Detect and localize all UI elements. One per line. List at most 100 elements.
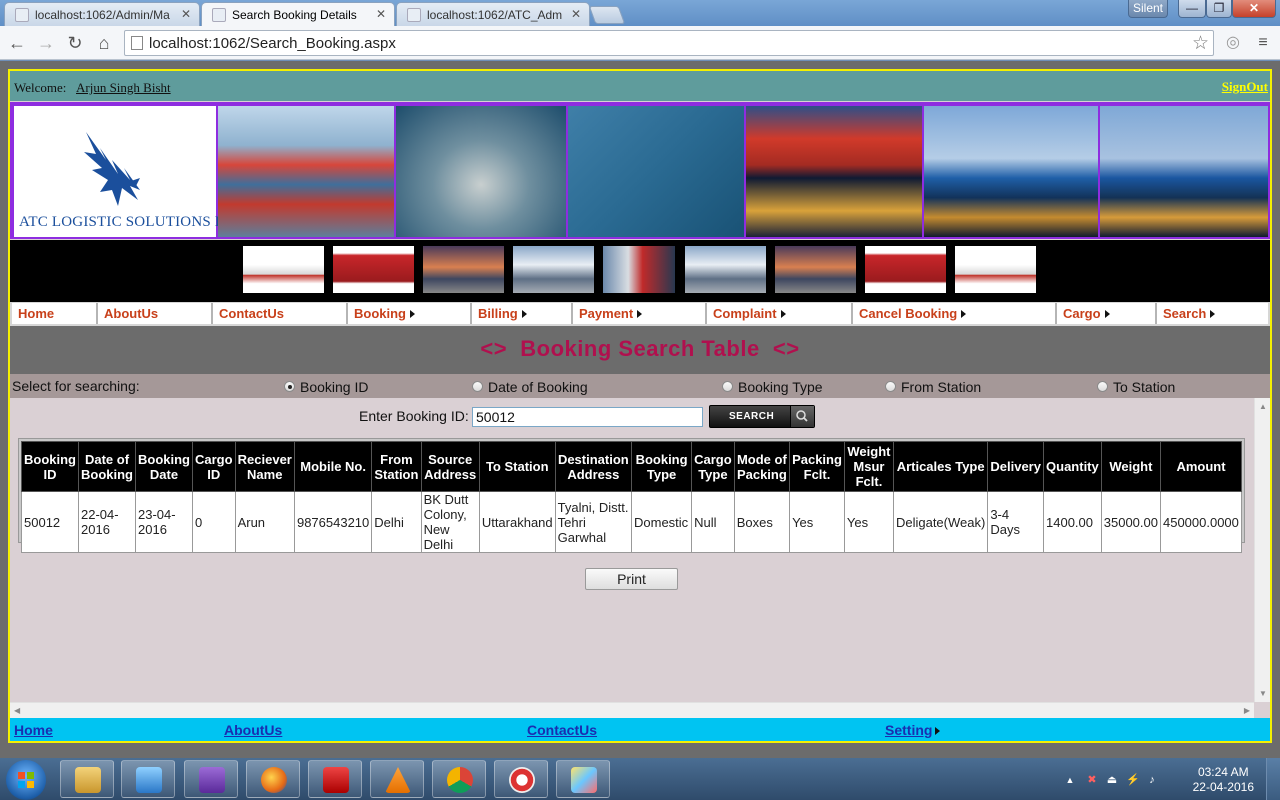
extension-icon[interactable]: ◎ bbox=[1222, 32, 1244, 54]
footer-link-home[interactable]: Home bbox=[14, 722, 53, 738]
menu-home[interactable]: Home bbox=[12, 303, 98, 324]
table-cell: Deligate(Weak) bbox=[892, 491, 989, 553]
close-tab-icon[interactable]: ✕ bbox=[571, 7, 581, 21]
menu-label: Home bbox=[18, 306, 55, 321]
power-icon[interactable]: ⚡ bbox=[1126, 774, 1140, 786]
vlc-icon[interactable] bbox=[370, 760, 424, 798]
signout-link[interactable]: SignOut bbox=[1222, 79, 1268, 95]
menu-complaint[interactable]: Complaint bbox=[707, 303, 853, 324]
tray-expand-icon[interactable]: ▲ bbox=[1064, 774, 1076, 786]
submenu-arrow-icon bbox=[961, 310, 967, 318]
menu-search[interactable]: Search bbox=[1157, 303, 1268, 324]
table-cell: 0 bbox=[192, 491, 236, 553]
scroll-right-arrow-icon[interactable]: ▶ bbox=[1244, 706, 1250, 715]
cargo-plane-truck-image bbox=[243, 246, 324, 293]
table-cell: Null bbox=[691, 491, 735, 553]
browser-tab-search-booking[interactable]: Search Booking Details ✕ bbox=[201, 2, 395, 26]
booking-id-input[interactable] bbox=[472, 407, 703, 427]
minimize-icon[interactable]: — bbox=[1178, 0, 1206, 18]
submenu-arrow-icon bbox=[1210, 310, 1216, 318]
radio-from-station[interactable]: From Station bbox=[885, 379, 981, 395]
radio-button[interactable] bbox=[472, 381, 483, 392]
scroll-down-arrow-icon[interactable]: ▼ bbox=[1259, 689, 1267, 698]
menu-booking[interactable]: Booking bbox=[348, 303, 472, 324]
print-button[interactable]: Print bbox=[585, 568, 678, 590]
browser-toolbar: ← → ↻ ⌂ localhost:1062/Search_Booking.as… bbox=[0, 26, 1280, 60]
vertical-scrollbar[interactable]: ▲ ▼ bbox=[1254, 398, 1270, 702]
close-window-icon[interactable]: ✕ bbox=[1232, 0, 1276, 18]
radio-label: To Station bbox=[1113, 379, 1176, 395]
bookmark-star-icon[interactable]: ☆ bbox=[1192, 32, 1209, 55]
scroll-up-arrow-icon[interactable]: ▲ bbox=[1259, 402, 1267, 411]
table-cell: 3-4 Days bbox=[987, 491, 1045, 553]
browser-tab-atc-admin[interactable]: localhost:1062/ATC_Adm ✕ bbox=[396, 2, 590, 26]
submenu-arrow-icon bbox=[780, 310, 786, 318]
footer-link-contactus[interactable]: ContactUs bbox=[527, 722, 597, 738]
address-url: localhost:1062/Search_Booking.aspx bbox=[149, 35, 396, 52]
profile-badge[interactable]: Silent bbox=[1128, 0, 1168, 18]
maximize-icon[interactable]: ❐ bbox=[1206, 0, 1232, 18]
reload-icon[interactable]: ↻ bbox=[64, 32, 86, 54]
taskbar-clock[interactable]: 03:24 AM 22-04-2016 bbox=[1193, 765, 1254, 795]
new-tab-button[interactable] bbox=[588, 6, 626, 24]
user-name-link[interactable]: Arjun Singh Bisht bbox=[76, 80, 171, 96]
table-cell: 23-04-2016 bbox=[135, 491, 193, 553]
network-error-icon[interactable]: ✖ bbox=[1086, 774, 1098, 786]
logo-text: ATC LOGISTIC SOLUTIONS LTD. bbox=[19, 214, 248, 230]
column-header: Weight Msur Fclt. bbox=[843, 441, 894, 492]
visual-studio-icon[interactable] bbox=[184, 760, 238, 798]
home-icon[interactable]: ⌂ bbox=[93, 32, 115, 54]
menu-label: AboutUs bbox=[104, 306, 159, 321]
firefox-icon[interactable] bbox=[246, 760, 300, 798]
radio-to-station[interactable]: To Station bbox=[1097, 379, 1176, 395]
acrobat-shape bbox=[323, 767, 349, 793]
radio-label: Date of Booking bbox=[488, 379, 588, 395]
search-icon bbox=[790, 406, 814, 427]
horizontal-scrollbar[interactable]: ◀ ▶ bbox=[10, 702, 1254, 718]
address-bar[interactable]: localhost:1062/Search_Booking.aspx ☆ bbox=[124, 30, 1214, 56]
menu-cargo[interactable]: Cargo bbox=[1057, 303, 1157, 324]
menu-payment[interactable]: Payment bbox=[573, 303, 707, 324]
scroll-left-arrow-icon[interactable]: ◀ bbox=[14, 706, 20, 715]
menu-contactus[interactable]: ContactUs bbox=[213, 303, 348, 324]
menu-cancel-booking[interactable]: Cancel Booking bbox=[853, 303, 1057, 324]
menu-aboutus[interactable]: AboutUs bbox=[98, 303, 213, 324]
radio-button[interactable] bbox=[284, 381, 295, 392]
menu-hamburger-icon[interactable]: ≡ bbox=[1252, 32, 1274, 54]
show-desktop-button[interactable] bbox=[1266, 758, 1280, 800]
start-button[interactable] bbox=[6, 760, 46, 800]
usb-icon[interactable]: ⏏ bbox=[1106, 774, 1118, 786]
chrome-icon[interactable] bbox=[432, 760, 486, 798]
back-arrow-icon[interactable]: ← bbox=[6, 32, 28, 54]
acrobat-icon[interactable] bbox=[308, 760, 362, 798]
forward-arrow-icon[interactable]: → bbox=[35, 32, 57, 54]
footer-link-setting[interactable]: Setting bbox=[885, 722, 941, 738]
table-cell: Delhi bbox=[371, 491, 422, 553]
footer-link-aboutus[interactable]: AboutUs bbox=[224, 722, 282, 738]
clock-time: 03:24 AM bbox=[1197, 765, 1249, 779]
explorer-icon[interactable] bbox=[60, 760, 114, 798]
page-icon bbox=[131, 36, 143, 50]
radio-button[interactable] bbox=[885, 381, 896, 392]
paint-icon[interactable] bbox=[556, 760, 610, 798]
close-tab-icon[interactable]: ✕ bbox=[181, 7, 191, 21]
radio-button[interactable] bbox=[1097, 381, 1108, 392]
browser-tab-admin[interactable]: localhost:1062/Admin/Ma ✕ bbox=[4, 2, 200, 26]
radio-date-of-booking[interactable]: Date of Booking bbox=[472, 379, 588, 395]
radio-booking-type[interactable]: Booking Type bbox=[722, 379, 823, 395]
radio-button[interactable] bbox=[722, 381, 733, 392]
browser-tab-strip: localhost:1062/Admin/Ma ✕ Search Booking… bbox=[0, 0, 1280, 26]
volume-icon[interactable]: ♪ bbox=[1146, 774, 1158, 786]
radio-booking-id[interactable]: Booking ID bbox=[284, 379, 368, 395]
submenu-arrow-icon bbox=[410, 310, 415, 318]
booking-results-grid: Booking ID Date of Booking Booking Date Car… bbox=[18, 438, 1245, 553]
media-player-icon[interactable] bbox=[121, 760, 175, 798]
search-button[interactable]: SEARCH bbox=[709, 405, 815, 428]
table-cell: Arun bbox=[234, 491, 295, 553]
ccleaner-icon[interactable] bbox=[494, 760, 548, 798]
close-tab-icon[interactable]: ✕ bbox=[376, 7, 386, 21]
header-banner: ATC LOGISTIC SOLUTIONS LTD. bbox=[10, 102, 1270, 239]
menu-billing[interactable]: Billing bbox=[472, 303, 573, 324]
table-cell: Uttarakhand bbox=[478, 491, 556, 553]
paint-shape bbox=[571, 767, 597, 793]
